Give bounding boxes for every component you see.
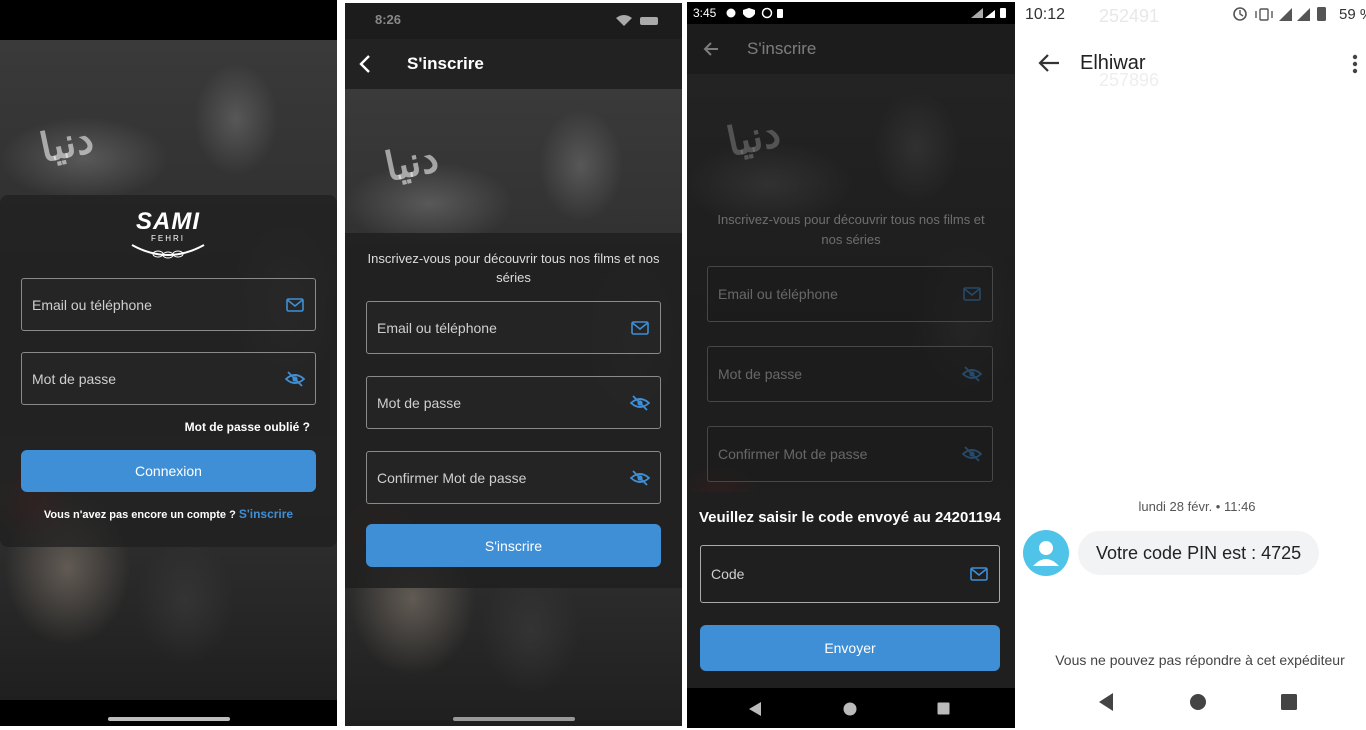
no-reply-notice: Vous ne pouvez pas répondre à cet expédi… (1055, 652, 1345, 668)
email-placeholder: Email ou téléphone (377, 319, 497, 336)
eye-off-icon[interactable] (962, 364, 982, 384)
eye-off-icon[interactable] (962, 444, 982, 464)
signup-subtitle: Inscrivez-vous pour découvrir tous nos f… (367, 251, 660, 285)
eye-off-icon[interactable] (630, 393, 650, 413)
status-icons (612, 14, 662, 26)
mail-icon (969, 564, 989, 584)
password-field[interactable]: Mot de passe (366, 376, 661, 429)
battery-level: 59 % (1339, 6, 1366, 23)
nav-recents-icon[interactable] (1281, 694, 1297, 715)
email-field[interactable]: Email ou téléphone (366, 301, 661, 354)
nav-home-icon[interactable] (843, 702, 857, 721)
signup-subtitle: Inscrivez-vous pour découvrir tous nos f… (717, 212, 985, 247)
password-placeholder: Mot de passe (377, 394, 462, 411)
confirm-password-placeholder: Confirmer Mot de passe (718, 446, 868, 462)
logo-text: SAMI (136, 208, 200, 235)
home-indicator[interactable] (453, 717, 575, 721)
password-placeholder: Mot de passe (718, 366, 803, 382)
login-button[interactable]: Connexion (21, 450, 316, 492)
mail-icon (630, 318, 650, 338)
verification-screen: 3:45 S'inscrire دنيا Inscrivez-vous pour… (687, 2, 1015, 728)
signup-link[interactable]: S'inscrire (239, 507, 293, 521)
nav-back-icon[interactable] (1098, 692, 1114, 717)
nav-recents-icon[interactable] (937, 702, 950, 720)
login-screen: دنيا SAMI FEHRI Email ou téléphone Mot d… (0, 0, 337, 726)
code-dialog: Veuillez saisir le code envoyé au 242011… (687, 492, 1015, 688)
eye-off-icon[interactable] (285, 369, 305, 389)
email-placeholder: Email ou téléphone (32, 296, 152, 313)
no-account-text: Vous n'avez pas encore un compte ? (43, 509, 236, 521)
logo-ornament-icon (131, 244, 205, 259)
status-time: 10:12 (1025, 6, 1066, 23)
signup-screen: 8:26 S'inscrire دنيا Inscrivez-vous pour… (345, 3, 682, 726)
app-bar: S'inscrire (687, 24, 1015, 74)
message-text: Votre code PIN est : 4725 (1096, 542, 1302, 563)
message-bubble: Votre code PIN est : 4725 (1078, 531, 1320, 575)
status-bar: 3:45 (687, 2, 1015, 24)
status-icons (1231, 6, 1341, 27)
confirm-password-placeholder: Confirmer Mot de passe (377, 469, 527, 486)
password-placeholder: Mot de passe (32, 370, 117, 387)
forgot-password-link[interactable]: Mot de passe oublié ? (150, 420, 310, 434)
android-nav-bar (687, 688, 1015, 728)
sms-screen: 10:12 252491 257896 59 % Elhiwar lundi 2… (1017, 0, 1366, 730)
logo-subtext: FEHRI (151, 234, 185, 243)
message-date: lundi 28 févr. • 11:46 (1138, 499, 1256, 514)
send-button[interactable]: Envoyer (700, 625, 1000, 671)
back-arrow-icon[interactable] (1038, 53, 1060, 78)
contact-name: Elhiwar (1080, 52, 1146, 74)
eye-off-icon[interactable] (630, 468, 650, 488)
email-placeholder: Email ou téléphone (718, 286, 838, 302)
status-time: 3:45 (693, 6, 717, 20)
password-field[interactable]: Mot de passe (21, 352, 316, 405)
code-input[interactable]: Code (700, 545, 1000, 603)
confirm-password-field[interactable]: Confirmer Mot de passe (707, 426, 993, 482)
nav-back-icon[interactable] (748, 701, 762, 722)
code-placeholder: Code (711, 566, 745, 582)
password-field[interactable]: Mot de passe (707, 346, 993, 402)
back-arrow-icon[interactable] (703, 41, 719, 62)
dialog-title: Veuillez saisir le code envoyé au 242011… (699, 509, 1001, 526)
email-field[interactable]: Email ou téléphone (21, 278, 316, 331)
email-field[interactable]: Email ou téléphone (707, 266, 993, 322)
faded-number-1: 252491 (1099, 6, 1160, 26)
notification-icons (725, 6, 785, 24)
page-title: S'inscrire (407, 54, 484, 73)
more-options-icon[interactable] (1352, 54, 1358, 79)
app-bar: S'inscrire (345, 39, 682, 89)
logo: SAMI FEHRI (120, 208, 216, 266)
mail-icon (285, 295, 305, 315)
avatar (1023, 530, 1069, 576)
signal-battery-icons (969, 6, 1009, 24)
page-title: S'inscrire (747, 39, 817, 58)
confirm-password-field[interactable]: Confirmer Mot de passe (366, 451, 661, 504)
signup-prompt: Vous n'avez pas encore un compte ? S'ins… (0, 507, 337, 521)
person-icon (1033, 541, 1059, 566)
home-indicator[interactable] (108, 717, 230, 721)
back-icon[interactable] (359, 54, 371, 79)
status-time: 8:26 (375, 12, 402, 27)
nav-home-icon[interactable] (1190, 694, 1206, 715)
signup-button[interactable]: S'inscrire (366, 524, 661, 567)
mail-icon (962, 284, 982, 304)
